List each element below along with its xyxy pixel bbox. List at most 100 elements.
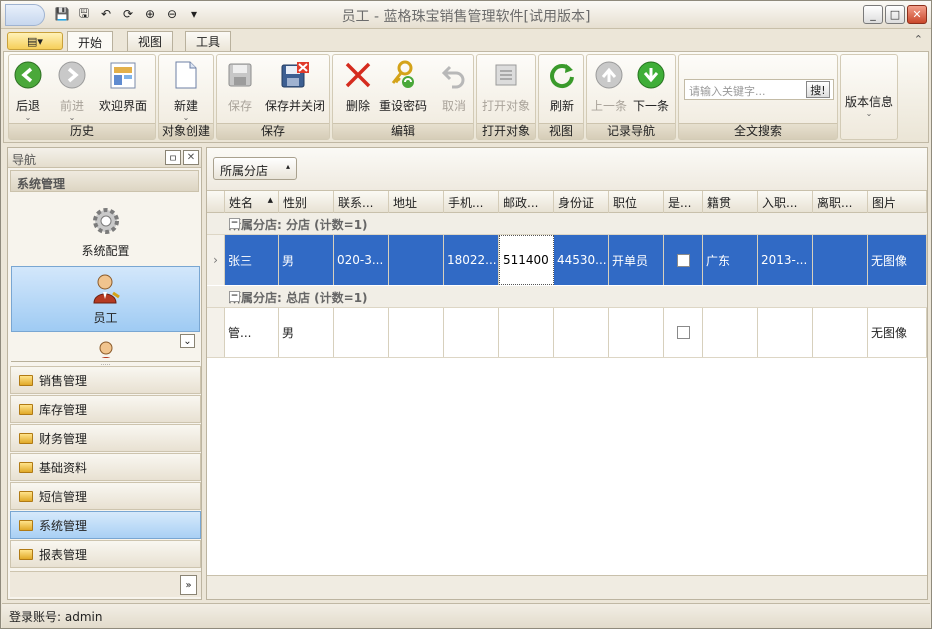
nav-category-reports[interactable]: 报表管理 <box>10 540 201 568</box>
nav-splitter[interactable]: ..... <box>11 361 200 367</box>
window-title: 员工 - 蓝格珠宝销售管理软件[试用版本] <box>341 9 591 25</box>
nav-title: 导航 <box>12 153 37 167</box>
close-button[interactable]: ✕ <box>907 5 927 24</box>
employee-icon <box>92 274 120 303</box>
folder-icon <box>19 432 33 444</box>
search-button[interactable]: 搜! <box>806 81 830 98</box>
tab-tools[interactable]: 工具 <box>185 31 232 51</box>
col-header-idcard[interactable]: 身份证 <box>554 191 609 213</box>
new-button[interactable]: 新建 ⌄ <box>171 59 201 123</box>
prev-record-button[interactable]: 上一条 <box>591 59 627 123</box>
table-row[interactable]: 管... 男 无图像 <box>207 308 927 358</box>
save-button[interactable]: 保存 <box>225 59 255 123</box>
group-panel: 所属分店 ▴ <box>207 148 927 190</box>
forward-button[interactable]: 前进 ⌄ <box>57 59 87 123</box>
group-open: 打开对象 打开对象 <box>476 54 536 140</box>
nav-header: 导航 ㅁ ✕ <box>8 148 201 168</box>
folder-icon <box>19 374 33 386</box>
open-object-button[interactable]: 打开对象 <box>482 59 530 123</box>
group-nav: 上一条 下一条 记录导航 <box>586 54 676 140</box>
grid-footer <box>207 575 927 599</box>
navigation-pane: 导航 ㅁ ✕ 系统管理 系统配置 员工 ⌄ ..... 销售管理 库存管理 财务… <box>7 147 202 600</box>
tab-view[interactable]: 视图 <box>127 31 174 51</box>
pin-icon[interactable]: ㅁ <box>165 150 181 165</box>
col-header-name[interactable]: 姓名 ▲ <box>225 191 279 213</box>
nav-category-finance[interactable]: 财务管理 <box>10 424 201 452</box>
nav-category-inventory[interactable]: 库存管理 <box>10 395 201 423</box>
group-label-history: 历史 <box>9 123 155 139</box>
groupby-chip[interactable]: 所属分店 ▴ <box>213 157 297 180</box>
nav-item-label: 系统配置 <box>81 243 130 258</box>
refresh-button[interactable]: 刷新 <box>547 59 577 123</box>
group-history: 后退 ⌄ 前进 ⌄ 欢迎界面 历史 <box>8 54 156 140</box>
col-header-image[interactable]: 图片 <box>868 191 927 213</box>
back-button[interactable]: 后退 ⌄ <box>13 59 43 123</box>
status-bar: 登录账号: admin <box>2 603 930 628</box>
group-label-search: 全文搜索 <box>679 123 837 139</box>
nav-item-label: 员工 <box>93 310 118 325</box>
up-arrow-icon <box>594 59 624 91</box>
nav-close-icon[interactable]: ✕ <box>183 150 199 165</box>
nav-item-employee[interactable]: 员工 <box>11 266 200 332</box>
col-header-contact[interactable]: 联系... <box>334 191 389 213</box>
maximize-button[interactable]: □ <box>885 5 905 24</box>
checkbox[interactable] <box>676 326 690 339</box>
save-close-icon <box>280 59 310 91</box>
col-header-leave-date[interactable]: 离职... <box>813 191 868 213</box>
col-header-postcode[interactable]: 邮政... <box>499 191 554 213</box>
minimize-button[interactable]: _ <box>863 5 883 24</box>
nav-category-sms[interactable]: 短信管理 <box>10 482 201 510</box>
key-icon <box>388 59 418 91</box>
nav-footer: » <box>10 571 201 597</box>
group-label-edit: 编辑 <box>333 123 473 139</box>
refresh-icon <box>547 59 577 91</box>
grid-header: 姓名 ▲ 性别 联系... 地址 手机... 邮政... 身份证 职位 是... … <box>207 191 927 213</box>
save-close-button[interactable]: 保存并关闭 <box>265 59 325 123</box>
col-header-address[interactable]: 地址 <box>389 191 444 213</box>
more-items-icon[interactable]: ⌄ <box>180 334 195 348</box>
partial-employee-icon <box>96 340 116 358</box>
checkbox[interactable] <box>676 253 690 267</box>
collapse-ribbon-icon[interactable]: ⌃ <box>914 33 923 46</box>
sort-icon: ▲ <box>267 196 273 204</box>
delete-x-icon <box>343 59 373 91</box>
tab-start[interactable]: 开始 <box>67 31 114 52</box>
file-menu-tab[interactable]: ▤▾ <box>7 32 63 50</box>
nav-category-sales[interactable]: 销售管理 <box>10 366 201 394</box>
checkbox-cell[interactable] <box>664 308 703 357</box>
save-disk-icon <box>225 59 255 91</box>
nav-category-system[interactable]: 系统管理 <box>10 511 201 539</box>
configure-pane-icon[interactable]: » <box>180 575 197 595</box>
collapse-group-icon[interactable]: − <box>229 218 240 229</box>
gear-icon <box>92 207 119 234</box>
cancel-button[interactable]: 取消 <box>439 59 469 123</box>
undo-icon <box>439 59 469 91</box>
collapse-group-icon[interactable]: − <box>229 291 240 302</box>
nav-section-title[interactable]: 系统管理 <box>10 170 199 192</box>
col-header-position[interactable]: 职位 <box>609 191 664 213</box>
group-view: 刷新 视图 <box>538 54 584 140</box>
col-header-hire-date[interactable]: 入职... <box>758 191 813 213</box>
col-header-mobile[interactable]: 手机... <box>444 191 499 213</box>
welcome-button[interactable]: 欢迎界面 <box>99 59 147 123</box>
group-create: 新建 ⌄ 对象创建 <box>158 54 214 140</box>
group-row-branch[interactable]: − 所属分店: 分店 (计数=1) <box>207 213 927 235</box>
login-account-label: 登录账号: admin <box>9 610 103 624</box>
checkbox-cell[interactable] <box>664 235 703 285</box>
folder-icon <box>19 403 33 415</box>
app-window: 💾 🖫 ↶ ⟳ ⊕ ⊖ ▾ 员工 - 蓝格珠宝销售管理软件[试用版本] _ □ … <box>0 0 932 629</box>
title-bar: 💾 🖫 ↶ ⟳ ⊕ ⊖ ▾ 员工 - 蓝格珠宝销售管理软件[试用版本] _ □ … <box>1 1 931 29</box>
reset-password-button[interactable]: 重设密码 <box>379 59 427 123</box>
group-row-head-office[interactable]: − 所属分店: 总店 (计数=1) <box>207 286 927 308</box>
col-header-hometown[interactable]: 籍贯 <box>703 191 758 213</box>
col-header-gender[interactable]: 性别 <box>279 191 334 213</box>
col-header-flag[interactable]: 是... <box>664 191 703 213</box>
next-record-button[interactable]: 下一条 <box>633 59 669 123</box>
delete-button[interactable]: 删除 <box>343 59 373 123</box>
nav-category-basic-data[interactable]: 基础资料 <box>10 453 201 481</box>
group-label-open: 打开对象 <box>477 123 535 139</box>
sort-asc-icon: ▴ <box>285 162 290 171</box>
nav-item-system-config[interactable]: 系统配置 <box>11 198 200 264</box>
group-label-nav: 记录导航 <box>587 123 675 139</box>
table-row[interactable]: › 张三 男 020-3... 18022... 511400 44530...… <box>207 235 927 285</box>
